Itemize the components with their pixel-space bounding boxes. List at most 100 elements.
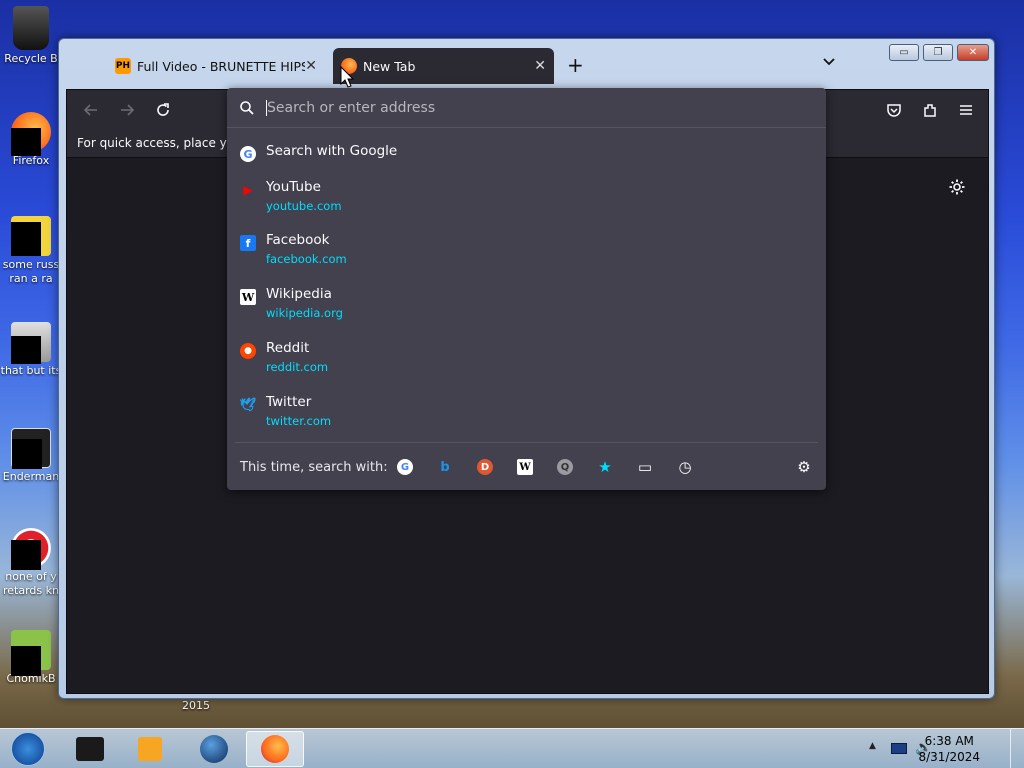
new-tab-button[interactable]: + <box>567 53 584 77</box>
suggestion-url: reddit.com <box>266 360 329 374</box>
opera-icon <box>11 528 51 570</box>
taskbar: ▲ 🔈 6:38 AM 8/31/2024 <box>0 728 1024 768</box>
reddit-icon: ● <box>240 343 256 359</box>
suggestion-url: twitter.com <box>266 414 332 428</box>
puzzle-icon <box>924 104 936 117</box>
history-icon[interactable]: ◷ <box>677 458 693 476</box>
recycle-bin-icon <box>13 6 49 50</box>
hamburger-icon <box>960 105 972 115</box>
desktop-icon-opera[interactable]: none of y retards kn <box>0 528 62 598</box>
back-button[interactable] <box>79 98 103 122</box>
tab-label: Full Video - BRUNETTE HIPSTER <box>137 58 305 74</box>
suggestion-reddit[interactable]: ● Reddit reddit.com <box>235 340 818 378</box>
suggestion-title: Reddit <box>266 340 310 356</box>
firefox-icon <box>261 735 289 763</box>
desktop-icon-label: Recycle B <box>4 52 58 65</box>
search-settings-icon[interactable]: ⚙ <box>796 458 812 476</box>
forward-button[interactable] <box>115 98 139 122</box>
taskbar-item-media-player[interactable] <box>124 731 176 767</box>
forward-arrow-icon <box>121 104 135 116</box>
bing-engine-icon[interactable]: b <box>437 459 453 475</box>
reload-icon <box>157 103 169 116</box>
google-engine-icon[interactable]: G <box>397 459 413 475</box>
ph-favicon-icon: PH <box>115 58 131 74</box>
chevron-down-icon <box>823 58 835 66</box>
desktop-stray-label: 2015 <box>182 699 210 712</box>
search-one-offs: This time, search with: G b D W Q ★ ▭ ◷ … <box>235 442 818 490</box>
suggestion-url: youtube.com <box>266 199 342 213</box>
desktop-icon-recycle-bin[interactable]: Recycle B <box>0 6 62 66</box>
title-bar: PH Full Video - BRUNETTE HIPSTER ✕ New T… <box>59 39 994 89</box>
desktop-icon-firefox[interactable]: Firefox <box>0 112 62 168</box>
pocket-icon <box>887 104 901 117</box>
bookmarks-icon[interactable]: ★ <box>597 458 613 476</box>
start-button[interactable] <box>2 731 54 767</box>
tabs-icon[interactable]: ▭ <box>637 458 653 476</box>
pocket-button[interactable] <box>882 98 906 122</box>
close-tab-icon[interactable]: ✕ <box>305 58 317 74</box>
document-icon <box>11 216 51 256</box>
clock-date: 8/31/2024 <box>918 750 980 764</box>
minimize-button[interactable]: ▭ <box>889 44 919 61</box>
urlbar-popup: G Search with Google ▶ YouTube youtube.c… <box>227 88 826 490</box>
system-clock[interactable]: 6:38 AM 8/31/2024 <box>918 733 980 765</box>
taskbar-item-app[interactable] <box>64 731 116 767</box>
wikipedia-engine-icon[interactable]: W <box>517 459 533 475</box>
maximize-button[interactable]: ❐ <box>923 44 953 61</box>
suggestion-twitter[interactable]: 🕊 Twitter twitter.com <box>235 394 818 432</box>
clock-time: 6:38 AM <box>924 734 974 748</box>
list-all-tabs-button[interactable] <box>821 53 837 69</box>
suggestion-facebook[interactable]: f Facebook facebook.com <box>235 232 818 270</box>
close-tab-icon[interactable]: ✕ <box>534 58 546 74</box>
desktop-icon-document[interactable]: some russ ran a ra <box>0 216 62 286</box>
reload-button[interactable] <box>151 98 175 122</box>
show-hidden-icons-button[interactable]: ▲ <box>869 741 876 751</box>
taskbar-item-firefox[interactable] <box>246 731 304 767</box>
suggestion-title: Twitter <box>266 394 312 410</box>
file-icon <box>11 428 51 469</box>
close-window-button[interactable]: ✕ <box>957 44 989 61</box>
taskbar-item-globe[interactable] <box>188 731 240 767</box>
desktop-icon-chomik[interactable]: ChomikB <box>0 630 62 686</box>
desktop-icon-label: none of y retards kn <box>3 570 59 597</box>
desktop-icon-label: Firefox <box>12 154 50 167</box>
suggestion-title: Wikipedia <box>266 286 332 302</box>
suggestion-youtube[interactable]: ▶ YouTube youtube.com <box>235 179 818 217</box>
newtab-settings-button[interactable] <box>948 178 966 201</box>
facebook-icon: f <box>240 235 256 251</box>
duckduckgo-engine-icon[interactable]: D <box>477 459 493 475</box>
suggestion-title: Facebook <box>266 232 330 248</box>
media-player-icon <box>138 737 162 761</box>
gear-icon <box>949 179 965 195</box>
menu-button[interactable] <box>954 98 978 122</box>
folder-icon <box>11 322 51 364</box>
back-arrow-icon <box>83 104 97 116</box>
app-icon <box>76 737 104 761</box>
tab-full-video[interactable]: PH Full Video - BRUNETTE HIPSTER ✕ <box>109 48 325 84</box>
firefox-icon <box>11 112 51 156</box>
one-offs-label: This time, search with: <box>240 460 388 475</box>
search-icon <box>240 100 254 115</box>
suggestion-url: wikipedia.org <box>266 306 343 320</box>
google-icon: G <box>240 146 256 162</box>
search-with-google-row[interactable]: G Search with Google <box>235 143 818 163</box>
youtube-icon: ▶ <box>243 183 253 197</box>
globe-icon <box>200 735 228 763</box>
suggestion-wikipedia[interactable]: W Wikipedia wikipedia.org <box>235 286 818 324</box>
mouse-cursor-icon <box>340 66 355 88</box>
desktop-icon-enderman[interactable]: Enderman <box>0 428 62 484</box>
tab-new-tab[interactable]: New Tab ✕ <box>333 48 554 84</box>
suggestion-url: facebook.com <box>266 252 347 266</box>
network-icon[interactable] <box>891 743 907 754</box>
desktop-icon-folder[interactable]: that but its <box>0 322 62 378</box>
search-engine-icon[interactable]: Q <box>557 459 573 475</box>
wikipedia-icon: W <box>240 289 256 305</box>
desktop-icon-label: some russ ran a ra <box>2 258 60 285</box>
desktop-icon-label: Enderman <box>2 470 60 483</box>
app-icon <box>11 630 51 676</box>
extensions-button[interactable] <box>918 98 942 122</box>
suggestion-title: YouTube <box>266 179 321 195</box>
address-input[interactable] <box>267 99 767 116</box>
show-desktop-button[interactable] <box>1010 729 1024 768</box>
tab-label: New Tab <box>363 58 416 74</box>
